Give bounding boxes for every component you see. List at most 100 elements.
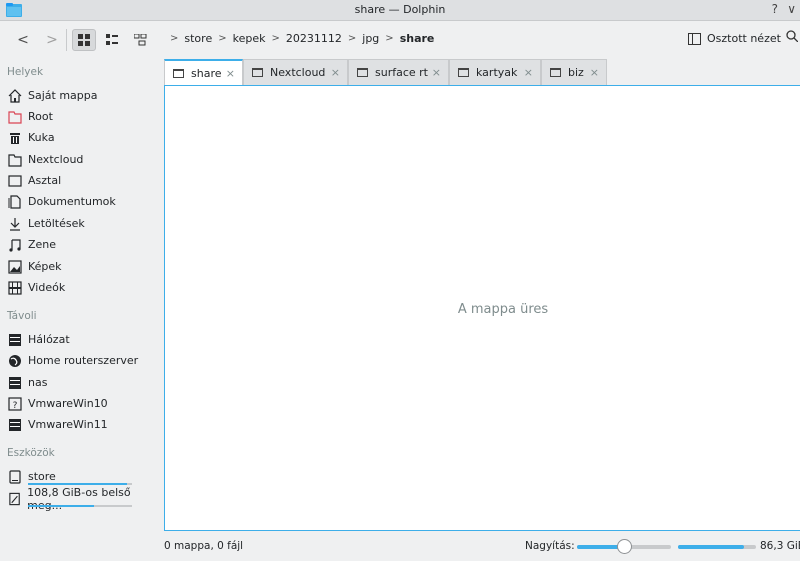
- empty-folder-message: A mappa üres: [457, 302, 549, 317]
- place-item-label: Saját mappa: [28, 89, 98, 102]
- pictures-icon: [8, 259, 22, 274]
- remote-item-network[interactable]: Hálózat: [0, 329, 160, 350]
- file-view[interactable]: A mappa üres: [164, 85, 800, 531]
- toolbar: < > > store > kepek > 20231112 > jpg > s…: [0, 21, 800, 59]
- place-item-label: Kuka: [28, 131, 55, 144]
- remote-item-label: Hálózat: [28, 333, 70, 346]
- zoom-slider[interactable]: [577, 539, 671, 554]
- network-icon: [9, 333, 21, 346]
- place-item-trash[interactable]: Kuka: [0, 127, 160, 148]
- tab-close-icon[interactable]: ×: [524, 66, 533, 79]
- place-item-label: Videók: [28, 281, 66, 294]
- breadcrumb-item[interactable]: store: [184, 32, 212, 45]
- server-icon: [9, 376, 21, 389]
- breadcrumb-item[interactable]: kepek: [233, 32, 266, 45]
- tab-label: share: [191, 66, 222, 80]
- remote-item-home-router[interactable]: Home routerszerver: [0, 350, 160, 371]
- folder-icon: [357, 68, 368, 77]
- tab-kartyak[interactable]: kartyak ×: [449, 59, 541, 85]
- drive-icon: [9, 469, 21, 484]
- breadcrumb-separator-icon: >: [218, 33, 227, 44]
- places-panel: Helyek Saját mappa Root Kuka Nextcloud A…: [0, 59, 160, 537]
- tab-label: kartyak: [476, 66, 518, 79]
- icons-view-icon: [77, 33, 90, 46]
- place-item-pictures[interactable]: Képek: [0, 256, 160, 277]
- details-view-icon: [133, 33, 146, 45]
- window-menu-button[interactable]: ∨: [787, 2, 796, 16]
- breadcrumb-item[interactable]: jpg: [362, 32, 379, 45]
- place-item-videos[interactable]: Videók: [0, 277, 160, 298]
- zoom-label: Nagyítás:: [525, 540, 575, 552]
- split-view-button[interactable]: Osztott nézet: [688, 32, 781, 45]
- tab-biz[interactable]: biz ×: [541, 59, 607, 85]
- breadcrumb-current[interactable]: share: [400, 32, 435, 45]
- zoom-slider-handle[interactable]: [616, 539, 632, 554]
- tab-label: surface rt: [375, 66, 428, 79]
- place-item-label: Letöltések: [28, 217, 85, 230]
- compact-view-icon: [105, 33, 118, 45]
- breadcrumb-separator-icon: >: [170, 33, 179, 44]
- remote-item-label: Home routerszerver: [28, 354, 139, 367]
- tab-close-icon[interactable]: ×: [590, 66, 599, 79]
- place-item-desktop[interactable]: Asztal: [0, 170, 160, 191]
- breadcrumb: > store > kepek > 20231112 > jpg > share: [164, 32, 434, 45]
- folder-icon: [458, 68, 469, 77]
- svg-text:?: ?: [13, 401, 18, 411]
- back-button[interactable]: <: [10, 29, 36, 51]
- tab-close-icon[interactable]: ×: [226, 67, 235, 80]
- place-item-nextcloud[interactable]: Nextcloud: [0, 149, 160, 170]
- remote-group-title: Távoli: [7, 310, 37, 322]
- folder-red-icon: [8, 110, 22, 124]
- place-item-documents[interactable]: Dokumentumok: [0, 191, 160, 212]
- forward-icon: >: [46, 32, 58, 48]
- window-title: share — Dolphin: [354, 3, 446, 16]
- tab-close-icon[interactable]: ×: [432, 66, 441, 79]
- place-item-music[interactable]: Zene: [0, 234, 160, 255]
- compact-view-button[interactable]: [100, 29, 124, 51]
- forward-button[interactable]: >: [40, 29, 64, 51]
- documents-icon: [8, 194, 21, 209]
- details-view-button[interactable]: [128, 29, 152, 51]
- place-item-root[interactable]: Root: [0, 106, 160, 127]
- place-item-home[interactable]: Saját mappa: [0, 85, 160, 106]
- search-button[interactable]: [786, 30, 799, 46]
- device-item-label: store: [28, 470, 56, 483]
- back-icon: <: [17, 32, 29, 48]
- tab-nextcloud[interactable]: Nextcloud ×: [243, 59, 348, 85]
- home-icon: [8, 88, 22, 103]
- tab-share[interactable]: share ×: [164, 59, 243, 85]
- tab-bar: share × Nextcloud × surface rt × kartyak…: [164, 59, 800, 85]
- place-item-label: Root: [28, 110, 53, 123]
- folder-icon: [173, 68, 184, 78]
- folder-icon: [550, 68, 561, 77]
- remote-item-nas[interactable]: nas: [0, 372, 160, 393]
- video-icon: [8, 280, 22, 295]
- tab-surface-rt[interactable]: surface rt ×: [348, 59, 449, 85]
- place-item-downloads[interactable]: Letöltések: [0, 213, 160, 234]
- place-item-label: Asztal: [28, 174, 62, 187]
- help-button[interactable]: ?: [772, 2, 778, 16]
- server-icon: [9, 418, 21, 431]
- place-item-label: Nextcloud: [28, 153, 84, 166]
- unknown-server-icon: ?: [8, 396, 22, 411]
- remote-item-vmwarewin10[interactable]: ? VmwareWin10: [0, 393, 160, 414]
- remote-item-vmwarewin11[interactable]: VmwareWin11: [0, 414, 160, 435]
- tab-label: biz: [568, 66, 584, 79]
- remote-item-label: nas: [28, 376, 48, 389]
- remote-item-label: VmwareWin11: [28, 418, 108, 431]
- breadcrumb-item[interactable]: 20231112: [286, 32, 342, 45]
- free-space-fill: [678, 545, 745, 549]
- breadcrumb-separator-icon: >: [271, 33, 280, 44]
- places-group-title: Helyek: [7, 66, 44, 78]
- drive-internal-icon: [9, 492, 20, 505]
- device-usage-bar: [28, 505, 94, 507]
- folder-icon: [8, 153, 22, 167]
- tab-close-icon[interactable]: ×: [331, 66, 340, 79]
- desktop-icon: [8, 174, 22, 187]
- globe-icon: [9, 354, 21, 367]
- split-view-icon: [688, 32, 701, 45]
- music-icon: [9, 238, 21, 252]
- trash-icon: [10, 132, 20, 144]
- free-space-text: 86,3 GiB: [760, 540, 800, 552]
- icons-view-button[interactable]: [72, 29, 96, 51]
